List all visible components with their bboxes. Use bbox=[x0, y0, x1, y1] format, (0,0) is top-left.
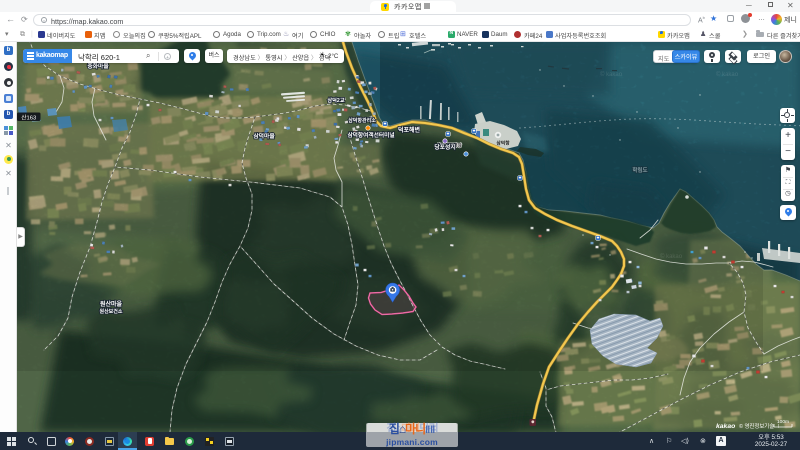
svg-text:학림도: 학림도 bbox=[632, 166, 647, 174]
svg-text:산163: 산163 bbox=[21, 114, 36, 122]
svg-text:삼덕항: 삼덕항 bbox=[496, 140, 510, 147]
svg-text:삼덕항관리소: 삼덕항관리소 bbox=[348, 117, 376, 124]
svg-text:덕포해변: 덕포해변 bbox=[398, 126, 420, 134]
svg-text:중화마을: 중화마을 bbox=[87, 62, 109, 70]
svg-text:원산보건소: 원산보건소 bbox=[99, 308, 122, 315]
svg-text:© kakao: © kakao bbox=[600, 71, 623, 78]
svg-text:삼덕항여객선터미널: 삼덕항여객선터미널 bbox=[347, 131, 394, 139]
svg-text:© 영진정보기술 ∣: © 영진정보기술 ∣ bbox=[739, 422, 781, 430]
svg-text:삼덕2교: 삼덕2교 bbox=[327, 96, 344, 104]
svg-text:© kakao: © kakao bbox=[716, 71, 739, 78]
svg-text:© kakao: © kakao bbox=[660, 253, 683, 260]
svg-text:100m: 100m bbox=[777, 419, 789, 425]
svg-text:kakao: kakao bbox=[716, 423, 735, 430]
svg-text:원산마을: 원산마을 bbox=[100, 300, 123, 308]
svg-text:당포성지: 당포성지 bbox=[434, 143, 455, 151]
svg-text:삼덕마을: 삼덕마을 bbox=[253, 132, 275, 140]
